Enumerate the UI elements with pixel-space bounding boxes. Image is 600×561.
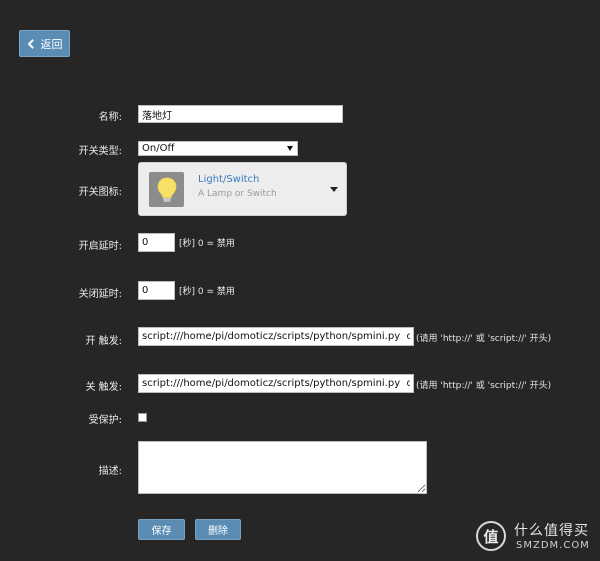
name-input[interactable] <box>138 105 343 123</box>
off-action-hint: (请用 'http://' 或 'script://' 开头) <box>416 381 552 391</box>
off-delay-label: 关闭延时: <box>78 289 122 300</box>
watermark-badge: 值 <box>483 527 499 546</box>
watermark-title: 什么值得买 <box>514 523 589 539</box>
name-label: 名称: <box>98 112 122 123</box>
save-button[interactable]: 保存 <box>138 519 185 540</box>
icon-preview <box>149 172 184 207</box>
back-button-label: 返回 <box>40 37 63 51</box>
switch-icon-select[interactable]: Light/Switch A Lamp or Switch <box>138 162 347 216</box>
caret-down-icon <box>330 187 338 192</box>
off-delay-input[interactable] <box>138 281 175 300</box>
on-action-input[interactable] <box>138 327 414 346</box>
on-delay-hint: [秒] 0 = 禁用 <box>179 239 235 249</box>
lightbulb-icon <box>157 177 176 202</box>
protected-checkbox[interactable] <box>138 413 147 422</box>
off-action-input[interactable] <box>138 374 414 393</box>
description-label: 描述: <box>98 466 122 477</box>
back-button[interactable]: 返回 <box>19 30 70 57</box>
icon-subtitle: A Lamp or Switch <box>198 189 277 199</box>
switch-type-select[interactable]: On/Off <box>138 141 298 156</box>
on-delay-input[interactable] <box>138 233 175 252</box>
caret-down-icon <box>287 146 293 151</box>
off-delay-hint: [秒] 0 = 禁用 <box>179 287 235 297</box>
switch-icon-label: 开关图标: <box>78 187 122 198</box>
delete-button[interactable]: 删除 <box>195 519 241 540</box>
icon-title: Light/Switch <box>198 174 260 185</box>
on-action-label: 开 触发: <box>85 336 122 347</box>
on-delay-label: 开启延时: <box>78 241 122 252</box>
chevron-left-icon <box>27 38 34 49</box>
watermark-logo: 值 <box>476 521 506 551</box>
off-action-label: 关 触发: <box>85 382 122 393</box>
watermark-site: SMZDM.COM <box>516 540 590 551</box>
on-action-hint: (请用 'http://' 或 'script://' 开头) <box>416 334 552 344</box>
switch-type-label: 开关类型: <box>78 146 122 157</box>
switch-type-value: On/Off <box>142 143 175 154</box>
description-textarea[interactable] <box>138 441 427 494</box>
protected-label: 受保护: <box>88 415 122 426</box>
